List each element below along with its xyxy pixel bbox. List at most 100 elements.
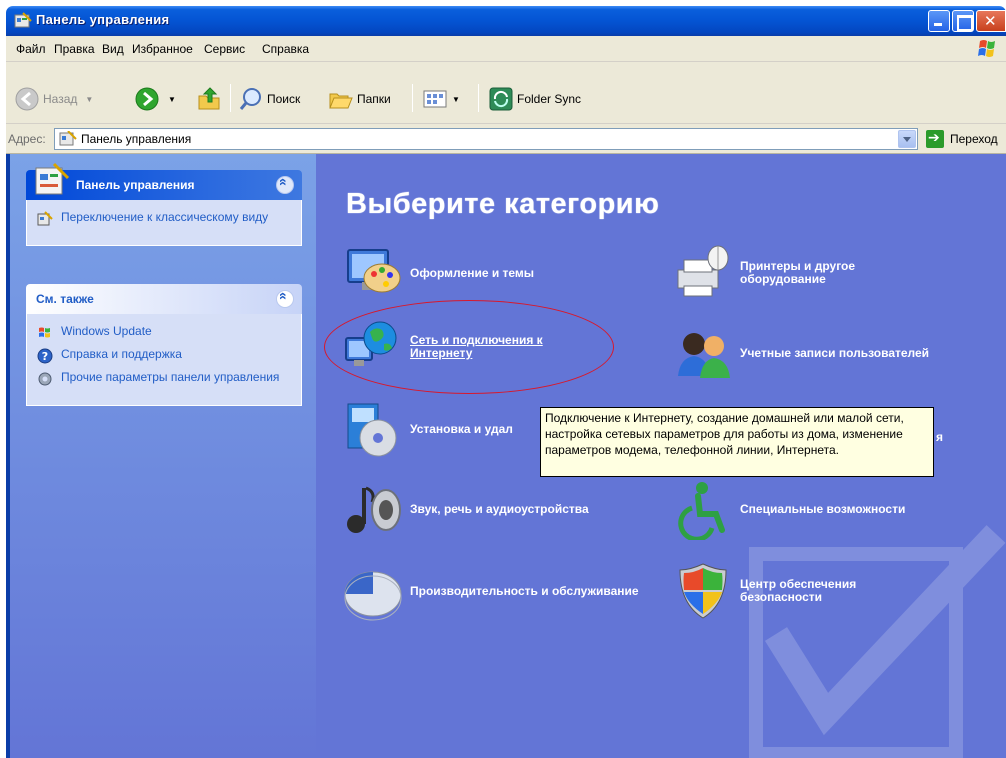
category-printers-label: Принтеры и другое оборудование	[740, 259, 856, 286]
search-label: Поиск	[267, 92, 301, 106]
up-folder-button[interactable]	[196, 84, 222, 114]
title-bar[interactable]: Панель управления	[6, 6, 1006, 36]
help-support-label: Справка и поддержка	[61, 347, 182, 361]
category-tooltip: Подключение к Интернету, создание домашн…	[540, 407, 934, 477]
category-add-remove-label: Установка и удал	[410, 421, 513, 436]
menu-bar: Файл Правка Вид Избранное Сервис Справка	[6, 36, 1006, 62]
category-network[interactable]: Сеть и подключения к Интернету	[342, 316, 590, 378]
views-icon	[423, 90, 447, 108]
category-accessibility[interactable]: Специальные возможности	[672, 478, 905, 540]
category-appearance[interactable]: Оформление и темы	[342, 242, 534, 304]
see-also-section-header[interactable]: См. также	[26, 284, 302, 314]
accessibility-icon	[678, 482, 725, 540]
minimize-button[interactable]	[928, 10, 950, 32]
task-pane: Панель управления Переключение к классич…	[10, 154, 316, 758]
category-security-center[interactable]: Центр обеспечения безопасности	[672, 560, 900, 622]
folders-label: Папки	[357, 92, 391, 106]
folder-sync-icon	[489, 87, 513, 111]
toolbar-separator	[478, 84, 479, 112]
category-security-center-label: Центр обеспечения безопасности	[740, 577, 857, 604]
folder-sync-button[interactable]: Folder Sync	[488, 84, 581, 114]
maximize-button[interactable]	[952, 10, 974, 32]
security-shield-icon	[679, 563, 727, 619]
views-dropdown-icon[interactable]: ▼	[452, 95, 460, 104]
control-panel-icon	[14, 12, 32, 28]
menu-file[interactable]: Файл	[16, 42, 46, 56]
toolbar-separator	[412, 84, 413, 112]
back-dropdown-icon[interactable]: ▼	[85, 95, 93, 104]
category-appearance-label: Оформление и темы	[410, 265, 535, 280]
address-value: Панель управления	[81, 132, 192, 146]
printers-icon	[677, 245, 729, 297]
help-icon: ?	[37, 348, 53, 364]
category-add-remove[interactable]: Установка и удал	[342, 398, 513, 460]
category-user-accounts[interactable]: Учетные записи пользователей	[672, 322, 929, 384]
other-options-label: Прочие параметры панели управления	[61, 370, 280, 384]
forward-dropdown-icon[interactable]: ▼	[168, 95, 176, 104]
menu-favorites[interactable]: Избранное	[132, 42, 193, 56]
back-arrow-icon	[15, 87, 39, 111]
menu-view[interactable]: Вид	[102, 42, 124, 56]
category-printers[interactable]: Принтеры и другое оборудование	[672, 242, 910, 304]
category-sound[interactable]: Звук, речь и аудиоустройства	[342, 478, 589, 540]
go-arrow-icon[interactable]	[926, 129, 944, 148]
address-dropdown-icon[interactable]	[898, 130, 916, 148]
see-also-section-body: Windows Update ? Справка и поддержка Про…	[26, 314, 302, 406]
network-globe-icon	[345, 321, 397, 366]
search-icon	[239, 88, 261, 110]
category-user-accounts-label: Учетные записи пользователей	[740, 345, 930, 360]
control-panel-watermark-icon	[749, 525, 1006, 758]
help-support-link[interactable]: ? Справка и поддержка	[37, 347, 291, 364]
sound-icon	[347, 486, 401, 533]
category-sound-label: Звук, речь и аудиоустройства	[410, 501, 589, 516]
category-performance[interactable]: Производительность и обслуживание	[342, 560, 639, 622]
windows-update-label: Windows Update	[61, 324, 152, 338]
see-also-section-title: См. также	[36, 292, 94, 306]
windows-update-link[interactable]: Windows Update	[37, 324, 291, 341]
windows-logo-icon	[978, 40, 995, 57]
classic-view-label: Переключение к классическому виду	[61, 210, 269, 224]
views-button[interactable]: ▼	[422, 84, 460, 114]
close-button[interactable]	[976, 10, 1006, 32]
toolbar: Назад ▼ ▼ Поиск Папки ▼ Folder Sync	[6, 62, 1006, 124]
windows-update-icon	[39, 327, 50, 338]
add-remove-programs-icon	[347, 403, 397, 457]
address-input[interactable]: Панель управления	[54, 128, 918, 150]
collapse-icon[interactable]	[276, 176, 294, 194]
forward-arrow-icon	[135, 87, 159, 111]
forward-button[interactable]: ▼	[134, 84, 176, 114]
category-performance-label: Производительность и обслуживание	[410, 583, 639, 598]
go-button[interactable]: Переход	[950, 132, 998, 146]
back-label: Назад	[43, 92, 78, 106]
folders-button[interactable]: Папки	[328, 84, 391, 114]
menu-help[interactable]: Справка	[262, 42, 309, 56]
category-network-label: Сеть и подключения к Интернету	[410, 333, 543, 360]
category-view: Выберите категорию Оформление и темы Сет…	[316, 154, 1006, 758]
address-label: Адрес:	[8, 132, 46, 146]
control-panel-section-body: Переключение к классическому виду	[26, 200, 302, 246]
window-title: Панель управления	[36, 12, 170, 27]
collapse-icon[interactable]	[276, 290, 294, 308]
menu-tools[interactable]: Сервис	[204, 42, 245, 56]
back-button[interactable]: Назад ▼	[14, 84, 93, 114]
classic-view-icon	[37, 211, 53, 226]
control-panel-section-title: Панель управления	[76, 178, 195, 192]
control-panel-big-icon	[35, 162, 70, 195]
control-panel-section-header[interactable]: Панель управления	[26, 162, 302, 200]
control-panel-icon	[59, 131, 77, 146]
folders-icon	[329, 93, 353, 109]
search-button[interactable]: Поиск	[238, 84, 300, 114]
other-options-link[interactable]: Прочие параметры панели управления	[37, 370, 291, 387]
toolbar-separator	[230, 84, 231, 112]
gear-icon	[38, 372, 52, 386]
classic-view-link[interactable]: Переключение к классическому виду	[37, 210, 291, 227]
appearance-themes-icon	[347, 249, 401, 293]
address-bar: Адрес: Панель управления Переход	[6, 124, 1006, 154]
up-folder-icon	[198, 87, 220, 110]
see-also-section: См. также Windows Update ? Справка и под…	[26, 284, 302, 406]
menu-edit[interactable]: Правка	[54, 42, 95, 56]
tooltip-overflow-text: я	[936, 430, 944, 444]
user-accounts-icon	[678, 333, 730, 378]
category-accessibility-label: Специальные возможности	[740, 501, 906, 516]
svg-text:?: ?	[42, 350, 48, 363]
